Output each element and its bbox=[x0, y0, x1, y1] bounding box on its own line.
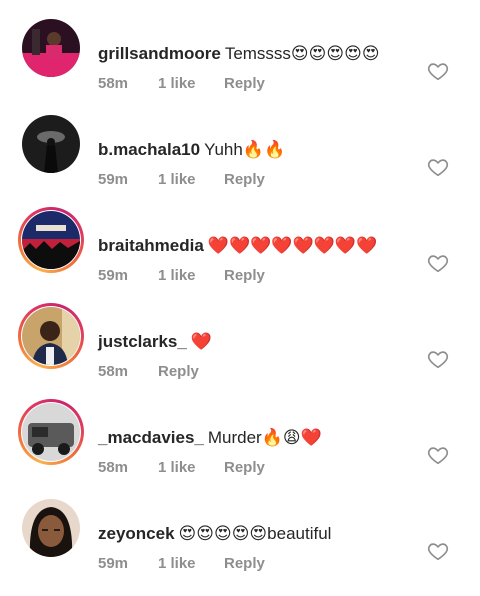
reply-button[interactable]: Reply bbox=[224, 75, 265, 92]
comment-meta: 58m 1 like Reply bbox=[98, 459, 265, 476]
comment-item: _macdavies_ Murder🔥😩❤️ 58m 1 like Reply bbox=[0, 384, 480, 480]
comment-text: Temssss😍😍😍😍😍 bbox=[224, 44, 380, 63]
comment-line: zeyoncek 😍😍😍😍😍beautiful bbox=[98, 523, 331, 545]
comment-meta: 58m Reply bbox=[98, 363, 199, 380]
comment-line: _macdavies_ Murder🔥😩❤️ bbox=[98, 427, 322, 449]
comment-time: 59m bbox=[98, 555, 129, 572]
comment-text: Yuhh🔥🔥 bbox=[204, 140, 286, 159]
heart-outline-icon[interactable] bbox=[427, 444, 449, 466]
reply-button[interactable]: Reply bbox=[224, 555, 265, 572]
comment-meta: 59m 1 like Reply bbox=[98, 171, 265, 188]
avatar[interactable] bbox=[22, 19, 80, 77]
comment-item: justclarks_ ❤️ 58m Reply bbox=[0, 288, 480, 384]
reply-button[interactable]: Reply bbox=[224, 267, 265, 284]
comment-meta: 59m 1 like Reply bbox=[98, 267, 265, 284]
comment-meta: 59m 1 like Reply bbox=[98, 555, 265, 572]
avatar-image bbox=[22, 211, 80, 269]
avatar[interactable] bbox=[18, 207, 84, 273]
reply-button[interactable]: Reply bbox=[224, 171, 265, 188]
comment-username[interactable]: braitahmedia bbox=[98, 236, 204, 255]
reply-button[interactable]: Reply bbox=[158, 363, 199, 380]
comment-line: justclarks_ ❤️ bbox=[98, 331, 212, 353]
avatar[interactable] bbox=[18, 303, 84, 369]
comment-item: braitahmedia ❤️❤️❤️❤️❤️❤️❤️❤️ 59m 1 like Re… bbox=[0, 192, 480, 288]
comment-item: b.machala10 Yuhh🔥🔥 59m 1 like Reply bbox=[0, 96, 480, 192]
heart-outline-icon[interactable] bbox=[427, 60, 449, 82]
avatar[interactable] bbox=[18, 399, 84, 465]
comment-time: 59m bbox=[98, 267, 129, 284]
comment-username[interactable]: zeyoncek bbox=[98, 524, 175, 543]
comment-likes-link[interactable]: 1 like bbox=[158, 75, 224, 92]
comment-item: grillsandmoore Temssss😍😍😍😍😍 58m 1 like Repl… bbox=[0, 0, 480, 96]
comment-time: 58m bbox=[98, 363, 129, 380]
comment-item: zeyoncek 😍😍😍😍😍beautiful 59m 1 like Reply bbox=[0, 480, 480, 576]
comment-text: Murder🔥😩❤️ bbox=[207, 428, 322, 447]
comment-username[interactable]: _macdavies_ bbox=[98, 428, 204, 447]
avatar[interactable] bbox=[22, 499, 80, 557]
heart-outline-icon[interactable] bbox=[427, 348, 449, 370]
avatar-image bbox=[22, 307, 80, 365]
comment-username[interactable]: justclarks_ bbox=[98, 332, 187, 351]
comment-line: grillsandmoore Temssss😍😍😍😍😍 bbox=[98, 43, 380, 65]
comment-line: braitahmedia ❤️❤️❤️❤️❤️❤️❤️❤️ bbox=[98, 235, 377, 257]
comment-time: 58m bbox=[98, 75, 129, 92]
comment-username[interactable]: grillsandmoore bbox=[98, 44, 221, 63]
avatar-image bbox=[22, 115, 80, 173]
comment-likes-link[interactable]: 1 like bbox=[158, 171, 224, 188]
comment-likes-link[interactable]: 1 like bbox=[158, 267, 224, 284]
comment-text: 😍😍😍😍😍beautiful bbox=[178, 524, 332, 543]
comment-likes-link[interactable]: 1 like bbox=[158, 555, 224, 572]
comment-text: ❤️❤️❤️❤️❤️❤️❤️❤️ bbox=[207, 236, 378, 255]
comment-text: ❤️ bbox=[190, 332, 213, 351]
avatar-image bbox=[22, 499, 80, 557]
avatar[interactable] bbox=[22, 115, 80, 173]
heart-outline-icon[interactable] bbox=[427, 156, 449, 178]
reply-button[interactable]: Reply bbox=[224, 459, 265, 476]
avatar-image bbox=[22, 19, 80, 77]
comment-likes-link[interactable]: 1 like bbox=[158, 459, 224, 476]
comment-list: grillsandmoore Temssss😍😍😍😍😍 58m 1 like Repl… bbox=[0, 0, 480, 596]
heart-outline-icon[interactable] bbox=[427, 252, 449, 274]
heart-outline-icon[interactable] bbox=[427, 540, 449, 562]
comment-time: 58m bbox=[98, 459, 129, 476]
comment-meta: 58m 1 like Reply bbox=[98, 75, 265, 92]
comment-time: 59m bbox=[98, 171, 129, 188]
comment-username[interactable]: b.machala10 bbox=[98, 140, 200, 159]
comment-line: b.machala10 Yuhh🔥🔥 bbox=[98, 139, 285, 161]
avatar-image bbox=[22, 403, 80, 461]
